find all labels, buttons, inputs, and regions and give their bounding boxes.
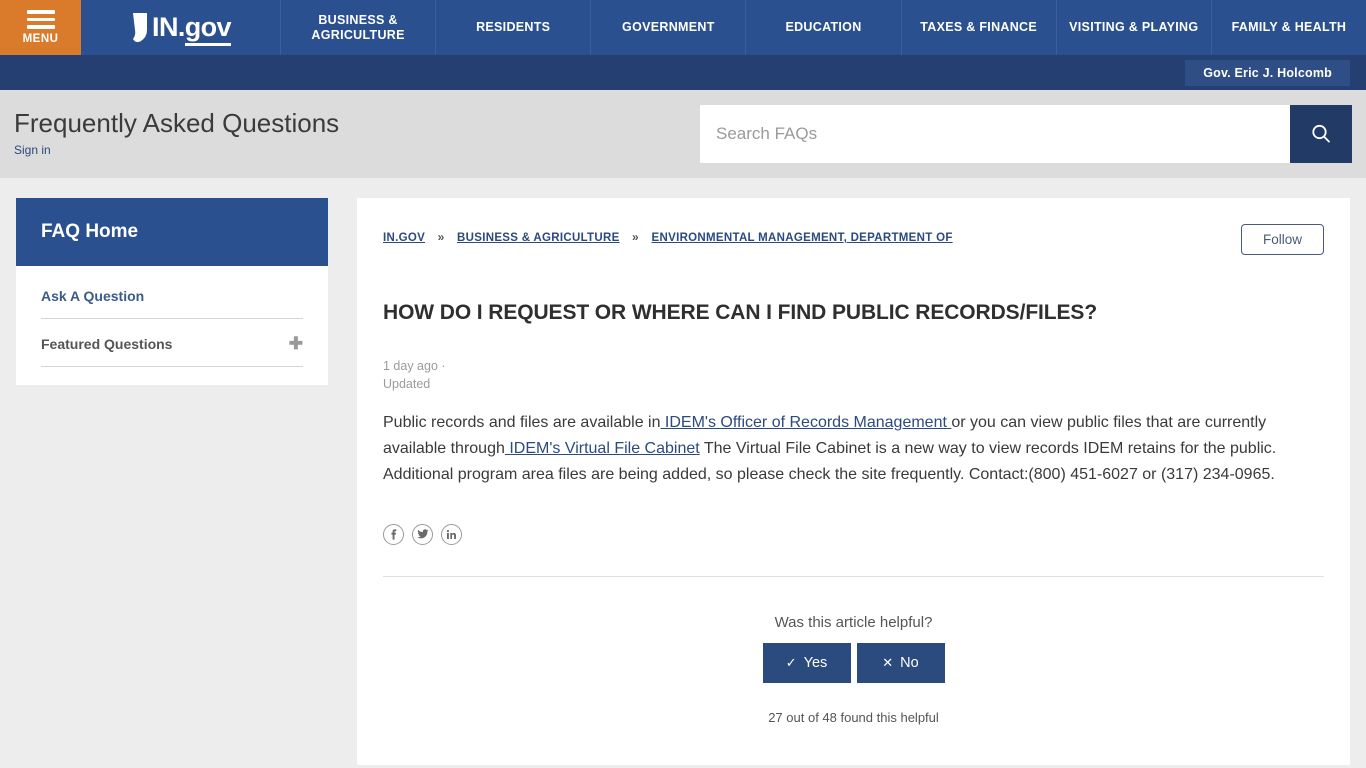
logo-wordmark: IN.gov (152, 12, 232, 46)
sidebar-item-label: Featured Questions (41, 335, 173, 352)
nav-item-business-agriculture[interactable]: BUSINESS & AGRICULTURE (281, 0, 437, 55)
cross-icon: ✕ (882, 654, 894, 670)
vote-no-button[interactable]: ✕ No (856, 642, 945, 683)
in-gov-logo[interactable]: IN.gov (81, 0, 281, 55)
sidebar: FAQ Home Ask A Question Featured Questio… (16, 198, 328, 385)
sign-in-link[interactable]: Sign in (14, 143, 51, 157)
breadcrumb: IN.GOV » BUSINESS & AGRICULTURE » ENVIRO… (383, 224, 953, 244)
content-divider (383, 575, 1324, 577)
linkedin-icon[interactable] (441, 523, 462, 545)
breadcrumb-separator: » (437, 230, 445, 244)
nav-item-government[interactable]: GOVERNMENT (591, 0, 747, 55)
virtual-file-cabinet-link[interactable]: IDEM's Virtual File Cabinet (505, 440, 699, 457)
sidebar-header-faq-home[interactable]: FAQ Home (16, 198, 328, 266)
sidebar-item-ask-a-question[interactable]: Ask A Question (41, 272, 303, 319)
sidebar-links: Ask A Question Featured Questions ✚ (16, 266, 328, 385)
governor-link[interactable]: Gov. Eric J. Holcomb (1185, 59, 1350, 86)
search-icon (1312, 124, 1330, 143)
check-icon: ✓ (785, 654, 797, 670)
logo-in-text: IN. (152, 12, 185, 42)
page-header: Frequently Asked Questions Sign in (0, 90, 1366, 178)
article-update-status: Updated (383, 377, 431, 392)
nav-item-family-health[interactable]: FAMILY & HEALTH (1212, 0, 1366, 55)
article-title: HOW DO I REQUEST OR WHERE CAN I FIND PUB… (383, 301, 1098, 324)
breadcrumb-row: IN.GOV » BUSINESS & AGRICULTURE » ENVIRO… (383, 224, 1324, 255)
article-body: Public records and files are available i… (383, 410, 1324, 488)
vote-no-label: No (900, 654, 919, 671)
breadcrumb-item-business-agriculture[interactable]: BUSINESS & AGRICULTURE (457, 232, 620, 244)
follow-button[interactable]: Follow (1240, 224, 1324, 255)
twitter-icon[interactable] (412, 523, 433, 545)
nav-item-residents[interactable]: RESIDENTS (436, 0, 592, 55)
search-button[interactable] (1290, 105, 1352, 163)
article-timestamp: 1 day ago · (383, 359, 446, 373)
menu-button-label: MENU (22, 32, 59, 45)
top-navigation-bar: MENU IN.gov BUSINESS & AGRICULTURE RESID… (0, 0, 1366, 55)
breadcrumb-item-in-gov[interactable]: IN.GOV (383, 232, 425, 244)
body-part-1: Public records and files are available i… (383, 414, 661, 432)
article-feedback: Was this article helpful? ✓ Yes ✕ No 27 ou… (383, 614, 1324, 725)
breadcrumb-separator: » (632, 230, 640, 244)
indiana-state-icon (133, 12, 148, 42)
vote-yes-button[interactable]: ✓ Yes (762, 642, 851, 683)
article-meta: 1 day ago · Updated (383, 357, 1324, 393)
vote-yes-label: Yes (803, 654, 828, 671)
sidebar-item-label: Ask A Question (41, 288, 145, 304)
feedback-count: 27 out of 48 found this helpful (768, 709, 939, 725)
social-share-row (383, 523, 1324, 545)
feedback-question: Was this article helpful? (774, 613, 933, 631)
nav-item-education[interactable]: EDUCATION (746, 0, 902, 55)
menu-button[interactable]: MENU (0, 0, 81, 55)
sidebar-item-featured-questions[interactable]: Featured Questions ✚ (41, 319, 303, 367)
vote-buttons: ✓ Yes ✕ No (383, 642, 1324, 683)
search-input[interactable] (700, 105, 1290, 163)
page-title: Frequently Asked Questions (14, 107, 340, 138)
hamburger-icon (26, 10, 55, 29)
page-header-left: Frequently Asked Questions Sign in (14, 109, 700, 160)
search-bar (700, 105, 1352, 163)
nav-item-taxes-finance[interactable]: TAXES & FINANCE (902, 0, 1057, 55)
facebook-icon[interactable] (383, 523, 404, 545)
logo-gov-text: gov (184, 12, 232, 46)
records-management-link[interactable]: IDEM's Officer of Records Management (660, 414, 951, 431)
nav-item-visiting-playing[interactable]: VISITING & PLAYING (1057, 0, 1212, 55)
article-card: IN.GOV » BUSINESS & AGRICULTURE » ENVIRO… (357, 198, 1350, 765)
expand-plus-icon[interactable]: ✚ (289, 335, 303, 352)
main-content-area: FAQ Home Ask A Question Featured Questio… (0, 178, 1366, 768)
governor-bar: Gov. Eric J. Holcomb (0, 55, 1366, 90)
breadcrumb-item-environmental-management[interactable]: ENVIRONMENTAL MANAGEMENT, DEPARTMENT OF (652, 232, 953, 244)
